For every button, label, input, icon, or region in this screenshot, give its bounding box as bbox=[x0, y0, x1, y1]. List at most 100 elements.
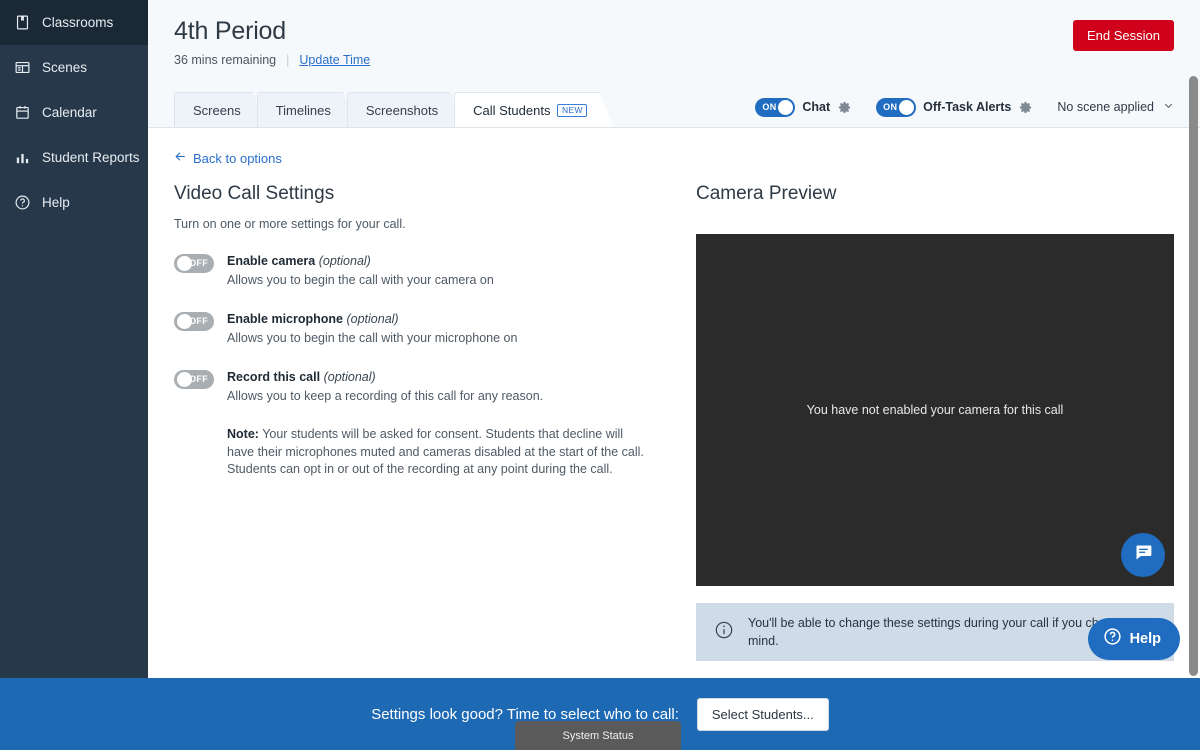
chat-bubble-icon bbox=[1133, 542, 1154, 568]
offtask-toggle-label: Off-Task Alerts bbox=[923, 100, 1012, 114]
record-call-toggle-state: OFF bbox=[189, 374, 208, 384]
tab-label: Call Students bbox=[473, 102, 551, 118]
new-badge: NEW bbox=[557, 104, 587, 117]
toggle-knob bbox=[176, 314, 192, 329]
settings-section-title: Video Call Settings bbox=[174, 183, 335, 204]
sidebar-item-label: Calendar bbox=[42, 105, 97, 120]
page-header: 4th Period 36 mins remaining | Update Ti… bbox=[148, 0, 1200, 86]
update-time-link[interactable]: Update Time bbox=[299, 53, 370, 67]
sidebar-item-label: Classrooms bbox=[42, 15, 114, 30]
sidebar-item-label: Help bbox=[42, 195, 70, 210]
chat-bubble-button[interactable] bbox=[1121, 533, 1165, 577]
setting-title: Record this call (optional) bbox=[227, 369, 543, 385]
toggle-knob bbox=[176, 256, 192, 271]
setting-description: Allows you to keep a recording of this c… bbox=[227, 389, 544, 403]
app-root: Classrooms Scenes Calendar Student Repor… bbox=[0, 0, 1200, 750]
enable-camera-toggle[interactable]: OFF bbox=[174, 254, 214, 273]
setting-text-group: Record this call (optional) Allows you t… bbox=[227, 369, 543, 405]
sidebar-item-label: Student Reports bbox=[42, 150, 140, 165]
camera-preview-title: Camera Preview bbox=[696, 183, 837, 204]
setting-description: Allows you to begin the call with your c… bbox=[227, 273, 494, 287]
content-area: Back to options Video Call Settings Turn… bbox=[148, 128, 1200, 750]
help-button-label: Help bbox=[1129, 631, 1161, 647]
setting-title-text: Enable microphone bbox=[227, 312, 343, 326]
toggle-knob bbox=[777, 99, 793, 115]
sidebar-item-classrooms[interactable]: Classrooms bbox=[0, 0, 148, 45]
setting-text-group: Enable camera (optional) Allows you to b… bbox=[227, 253, 494, 289]
calendar-icon bbox=[14, 104, 31, 121]
sidebar-item-help[interactable]: Help bbox=[0, 180, 148, 225]
toggle-knob bbox=[176, 372, 192, 387]
offtask-alerts-toggle[interactable]: ON bbox=[876, 97, 917, 117]
tab-timelines[interactable]: Timelines bbox=[257, 92, 357, 127]
chat-toggle-label: Chat bbox=[802, 100, 831, 114]
chat-toggle-group: ON Chat bbox=[755, 97, 852, 117]
record-call-toggle[interactable]: OFF bbox=[174, 370, 214, 389]
setting-title-text: Enable camera bbox=[227, 254, 316, 268]
setting-optional-tag: (optional) bbox=[318, 254, 371, 268]
main-region: 4th Period 36 mins remaining | Update Ti… bbox=[148, 0, 1200, 750]
settings-section-subtitle: Turn on one or more settings for your ca… bbox=[174, 217, 406, 231]
tab-label: Timelines bbox=[275, 102, 331, 118]
enable-camera-toggle-state: OFF bbox=[189, 258, 208, 268]
camera-preview-panel: Camera Preview You have not enabled your… bbox=[696, 182, 1174, 661]
sidebar-item-scenes[interactable]: Scenes bbox=[0, 45, 148, 90]
help-question-icon bbox=[1103, 627, 1122, 651]
sidebar-item-label: Scenes bbox=[42, 60, 88, 75]
sidebar: Classrooms Scenes Calendar Student Repor… bbox=[0, 0, 148, 750]
consent-note-label: Note: bbox=[227, 427, 259, 441]
info-circle-icon bbox=[714, 620, 734, 645]
time-remaining: 36 mins remaining bbox=[174, 53, 277, 67]
chat-toggle-state: ON bbox=[762, 101, 777, 112]
setting-enable-microphone: OFF Enable microphone (optional) Allows … bbox=[174, 311, 674, 347]
back-to-options-label: Back to options bbox=[193, 150, 282, 166]
chat-toggle[interactable]: ON bbox=[755, 97, 796, 117]
tab-bar-controls: ON Chat ON Off-Task Alerts No scene appl… bbox=[755, 86, 1174, 128]
toggle-knob bbox=[898, 99, 914, 115]
sidebar-item-student-reports[interactable]: Student Reports bbox=[0, 135, 148, 180]
enable-microphone-toggle-state: OFF bbox=[189, 316, 208, 326]
tab-list: Screens Timelines Screenshots Call Stude… bbox=[174, 85, 603, 127]
setting-optional-tag: (optional) bbox=[346, 312, 399, 326]
sidebar-item-calendar[interactable]: Calendar bbox=[0, 90, 148, 135]
camera-preview-surface: You have not enabled your camera for thi… bbox=[696, 234, 1174, 586]
chat-settings-gear-icon[interactable] bbox=[837, 100, 852, 115]
arrow-left-icon bbox=[174, 150, 187, 166]
scene-select-dropdown[interactable]: No scene applied bbox=[1057, 100, 1174, 114]
scenes-icon bbox=[14, 59, 31, 76]
bar-chart-icon bbox=[14, 149, 31, 166]
tab-call-students[interactable]: Call Students NEW bbox=[454, 92, 613, 127]
session-meta: 36 mins remaining | Update Time bbox=[174, 53, 1200, 67]
tab-label: Screens bbox=[193, 102, 241, 118]
tab-bar: Screens Timelines Screenshots Call Stude… bbox=[148, 86, 1200, 128]
chevron-down-icon bbox=[1163, 100, 1174, 114]
setting-text-group: Enable microphone (optional) Allows you … bbox=[227, 311, 517, 347]
setting-enable-camera: OFF Enable camera (optional) Allows you … bbox=[174, 253, 674, 289]
tab-label: Screenshots bbox=[365, 102, 439, 118]
bottom-bar-prompt: Settings look good? Time to select who t… bbox=[371, 705, 679, 723]
scene-select-value: No scene applied bbox=[1057, 100, 1154, 114]
setting-title: Enable microphone (optional) bbox=[227, 311, 517, 327]
enable-microphone-toggle[interactable]: OFF bbox=[174, 312, 214, 331]
tab-screens[interactable]: Screens bbox=[174, 92, 267, 127]
help-button[interactable]: Help bbox=[1087, 618, 1180, 660]
setting-title: Enable camera (optional) bbox=[227, 253, 494, 269]
offtask-toggle-group: ON Off-Task Alerts bbox=[876, 97, 1033, 117]
camera-preview-message: You have not enabled your camera for thi… bbox=[806, 403, 1064, 417]
vertical-scrollbar[interactable] bbox=[1189, 76, 1198, 676]
video-call-settings-panel: Video Call Settings Turn on one or more … bbox=[174, 182, 674, 479]
setting-optional-tag: (optional) bbox=[323, 370, 376, 384]
question-circle-icon bbox=[14, 194, 31, 211]
system-status-tab[interactable]: System Status bbox=[515, 721, 681, 750]
end-session-button[interactable]: End Session bbox=[1073, 20, 1174, 51]
consent-note: Note: Your students will be asked for co… bbox=[227, 426, 652, 479]
setting-record-call: OFF Record this call (optional) Allows y… bbox=[174, 369, 674, 405]
setting-title-text: Record this call bbox=[227, 370, 321, 384]
select-students-button[interactable]: Select Students... bbox=[696, 697, 829, 731]
offtask-toggle-state: ON bbox=[883, 101, 898, 112]
offtask-settings-gear-icon[interactable] bbox=[1018, 100, 1033, 115]
meta-separator: | bbox=[286, 53, 290, 67]
page-title: 4th Period bbox=[174, 17, 286, 45]
back-to-options-link[interactable]: Back to options bbox=[174, 150, 282, 166]
tab-screenshots[interactable]: Screenshots bbox=[347, 92, 464, 127]
